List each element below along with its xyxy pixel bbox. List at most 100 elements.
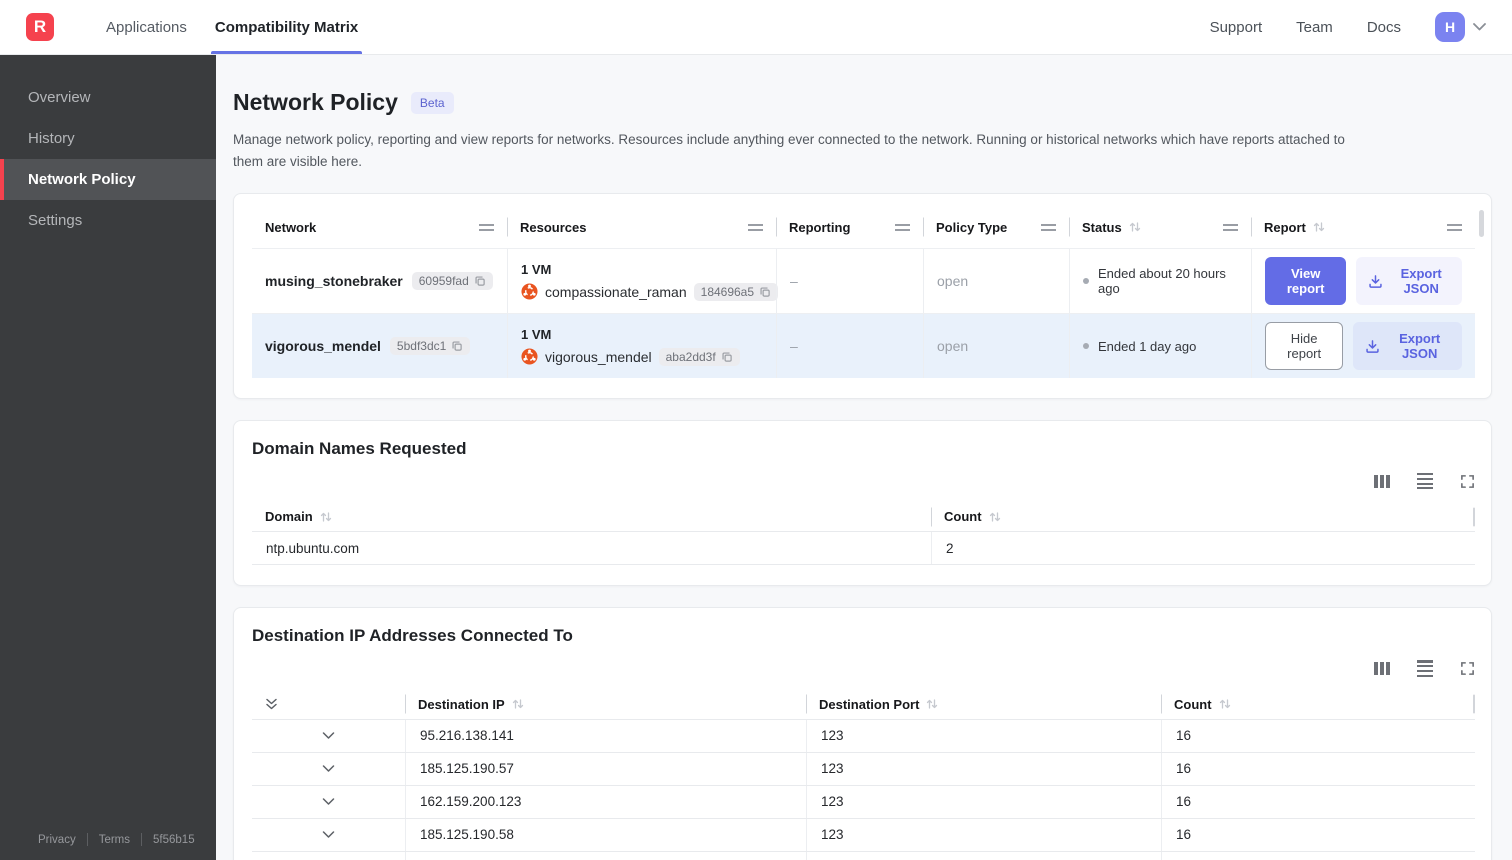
destination-row: 95.216.138.141 123 16	[252, 718, 1475, 752]
destination-port-cell: 123	[806, 785, 1161, 818]
network-id-badge[interactable]: 5bdf3dc1	[389, 337, 471, 356]
status-text: Ended about 20 hours ago	[1098, 266, 1226, 297]
vm-count: 1 VM	[521, 326, 552, 342]
network-id-badge[interactable]: 60959fad	[411, 272, 493, 291]
copy-icon[interactable]	[759, 286, 771, 298]
table-toolbar	[252, 660, 1475, 677]
table-scrollbar[interactable]	[1479, 210, 1484, 238]
export-json-button[interactable]: Export JSON	[1353, 322, 1462, 371]
ubuntu-icon	[521, 283, 538, 300]
destination-port-cell: 123	[806, 851, 1161, 860]
column-header-destination-port[interactable]: Destination Port	[806, 690, 1161, 719]
row-expander	[252, 852, 405, 860]
vm-count: 1 VM	[521, 261, 552, 277]
avatar[interactable]: H	[1435, 12, 1465, 42]
columns-icon[interactable]	[1374, 474, 1390, 488]
column-header-status[interactable]: Status	[1069, 206, 1251, 248]
sidebar-item-network-policy[interactable]: Network Policy	[0, 159, 216, 200]
column-header-report[interactable]: Report	[1251, 206, 1475, 248]
chevron-down-icon[interactable]	[322, 797, 335, 806]
reporting-cell: –	[776, 314, 923, 379]
sort-icon[interactable]	[1129, 221, 1141, 233]
main-content: Network Policy Beta Manage network polic…	[216, 55, 1512, 860]
networks-table-header: Network Resources Reporting Policy Type …	[252, 206, 1475, 248]
team-link[interactable]: Team	[1296, 19, 1333, 36]
status-dot	[1083, 343, 1089, 350]
column-header-policy-type[interactable]: Policy Type	[923, 206, 1069, 248]
chevron-down-icon[interactable]	[1473, 23, 1486, 31]
chevron-down-icon[interactable]	[322, 764, 335, 773]
column-resize-icon[interactable]	[895, 223, 910, 231]
domain-row: ntp.ubuntu.com 2	[252, 531, 1475, 565]
page-description: Manage network policy, reporting and vie…	[233, 132, 1345, 169]
sort-icon[interactable]	[320, 511, 332, 523]
sidebar-footer: Privacy Terms 5f56b15	[0, 833, 216, 860]
expand-all-icon[interactable]	[265, 697, 278, 711]
hide-report-button[interactable]: Hide report	[1265, 322, 1344, 371]
resource-id-badge[interactable]: 184696a5	[693, 282, 779, 301]
column-header-resources[interactable]: Resources	[507, 206, 776, 248]
sort-icon[interactable]	[1313, 221, 1325, 233]
app-logo[interactable]: R	[26, 13, 54, 41]
tab-compatibility-matrix[interactable]: Compatibility Matrix	[201, 0, 372, 54]
row-expander	[252, 720, 405, 752]
tab-applications[interactable]: Applications	[92, 0, 201, 54]
destination-row: 162.159.200.123 123 16	[252, 784, 1475, 818]
status-cell: Ended about 20 hours ago	[1069, 249, 1251, 314]
account-menu[interactable]: H	[1435, 12, 1486, 42]
destination-ip-cell: 162.159.200.123	[405, 785, 806, 818]
export-json-button[interactable]: Export JSON	[1356, 257, 1462, 306]
fullscreen-icon[interactable]	[1460, 661, 1475, 676]
docs-link[interactable]: Docs	[1367, 19, 1401, 36]
network-name: musing_stonebraker	[265, 273, 403, 290]
sidebar-item-history[interactable]: History	[0, 118, 216, 159]
column-resize-icon[interactable]	[1447, 223, 1462, 231]
page-header: Network Policy Beta	[233, 89, 1492, 116]
card-title: Domain Names Requested	[252, 439, 467, 459]
row-expander	[252, 786, 405, 818]
density-icon[interactable]	[1417, 473, 1433, 490]
copy-icon[interactable]	[451, 340, 463, 352]
column-resize-icon[interactable]	[1223, 223, 1238, 231]
column-header-count[interactable]: Count	[1161, 690, 1475, 719]
column-resize-icon[interactable]	[1041, 223, 1056, 231]
ubuntu-icon	[521, 348, 538, 365]
policy-type-cell: open	[923, 314, 1069, 379]
sort-icon[interactable]	[512, 698, 524, 710]
sort-icon[interactable]	[1219, 698, 1231, 710]
sidebar-item-settings[interactable]: Settings	[0, 200, 216, 241]
column-resize-icon[interactable]	[479, 223, 494, 231]
sidebar-item-overview[interactable]: Overview	[0, 77, 216, 118]
terms-link[interactable]: Terms	[99, 834, 130, 846]
density-icon[interactable]	[1417, 660, 1433, 677]
copy-icon[interactable]	[474, 275, 486, 287]
column-header-network[interactable]: Network	[252, 206, 507, 248]
view-report-button[interactable]: View report	[1265, 257, 1347, 306]
columns-icon[interactable]	[1374, 662, 1390, 676]
privacy-link[interactable]: Privacy	[38, 834, 76, 846]
resource-id-badge[interactable]: aba2dd3f	[658, 347, 740, 366]
destination-ip-cell: 185.125.190.57	[405, 752, 806, 785]
column-header-count[interactable]: Count	[931, 502, 1475, 531]
column-header-domain[interactable]: Domain	[252, 502, 931, 531]
count-cell: 16	[1161, 818, 1475, 851]
sort-icon[interactable]	[926, 698, 938, 710]
version-label: 5f56b15	[153, 833, 195, 846]
domains-table: Domain Count ntp.ubuntu.com 2	[252, 502, 1475, 566]
chevron-down-icon[interactable]	[322, 731, 335, 740]
copy-icon[interactable]	[721, 351, 733, 363]
fullscreen-icon[interactable]	[1460, 474, 1475, 489]
page-title: Network Policy	[233, 89, 398, 115]
footer-divider	[141, 833, 143, 846]
support-link[interactable]: Support	[1210, 19, 1263, 36]
resources-cell: 1 VM compassionate_raman 184696a5	[507, 249, 779, 314]
sort-icon[interactable]	[989, 511, 1001, 523]
column-header-reporting[interactable]: Reporting	[776, 206, 923, 248]
sidebar: Overview History Network Policy Settings…	[0, 55, 216, 860]
row-expander	[252, 753, 405, 785]
card-title: Destination IP Addresses Connected To	[252, 626, 573, 646]
chevron-down-icon[interactable]	[322, 830, 335, 839]
column-resize-icon[interactable]	[748, 223, 763, 231]
network-cell: vigorous_mendel 5bdf3dc1	[252, 314, 507, 378]
column-header-destination-ip[interactable]: Destination IP	[405, 690, 806, 719]
